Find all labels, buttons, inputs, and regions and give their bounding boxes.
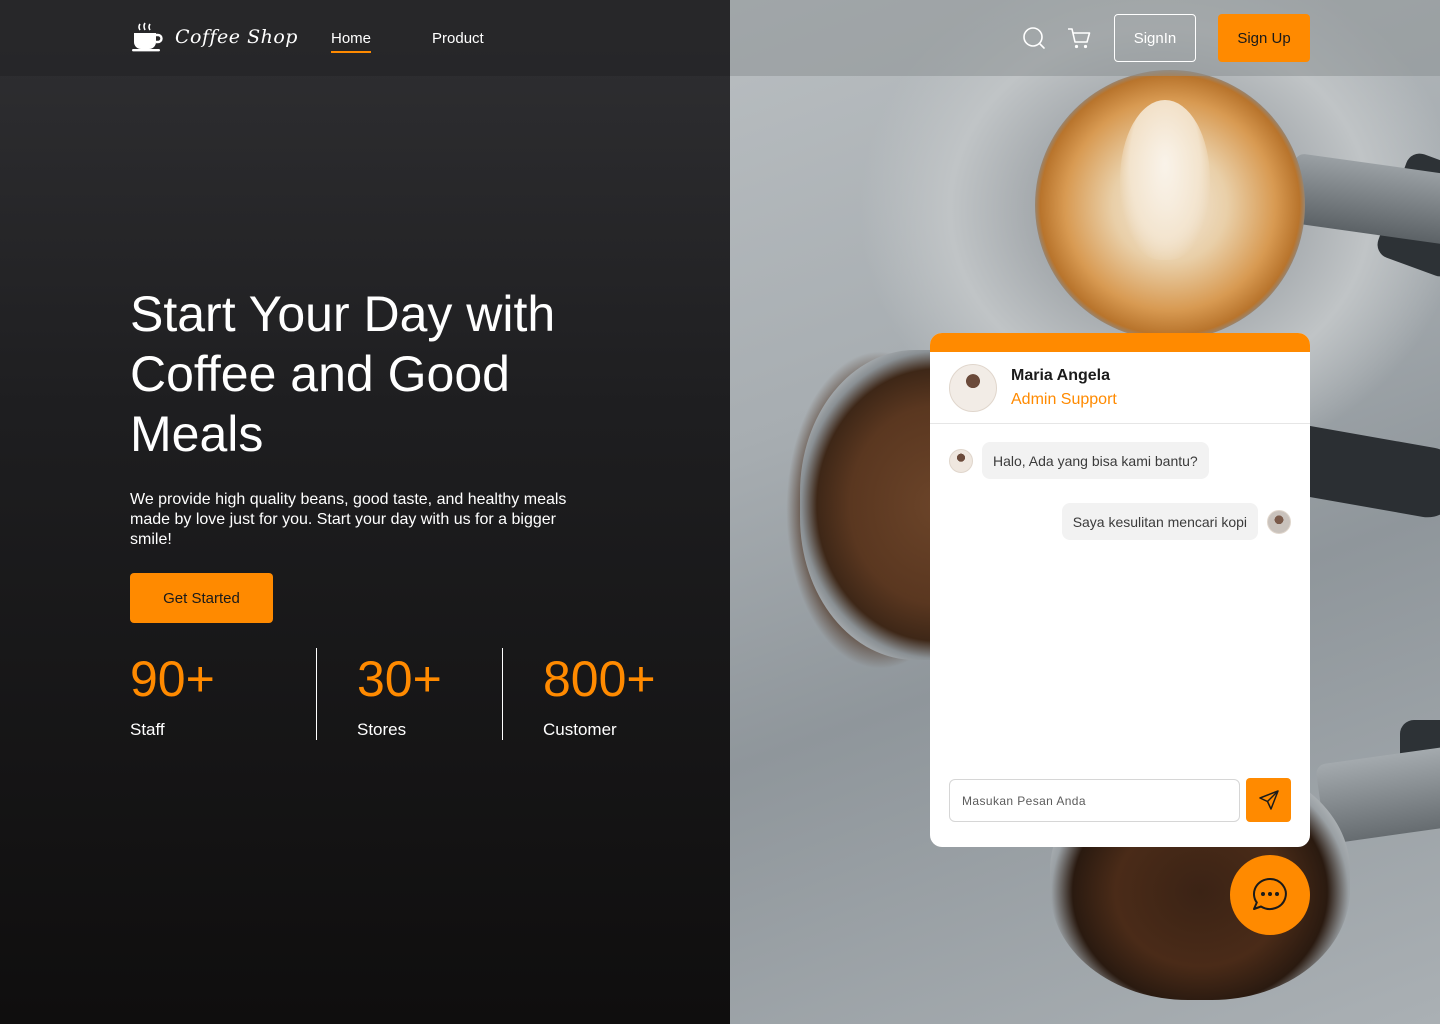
- stat-staff: 90+ Staff: [130, 648, 316, 740]
- stats-row: 90+ Staff 30+ Stores 800+ Customer: [130, 648, 688, 740]
- stat-label: Stores: [357, 720, 407, 739]
- hero-description: We provide high quality beans, good tast…: [130, 491, 567, 548]
- chat-bubble-icon: [1252, 878, 1287, 910]
- signup-button[interactable]: Sign Up: [1218, 14, 1310, 62]
- agent-avatar: [949, 363, 997, 412]
- chat-header: Maria Angela Admin Support: [930, 352, 1310, 424]
- nav-item-product[interactable]: Product: [432, 30, 484, 51]
- get-started-button[interactable]: Get Started: [130, 573, 273, 623]
- logo-text: Coffee Shop: [175, 26, 298, 48]
- stat-value: 30+: [357, 651, 442, 707]
- signin-button[interactable]: SignIn: [1114, 14, 1196, 62]
- message-bubble: Saya kesulitan mencari kopi: [1061, 503, 1258, 540]
- agent-role: Admin Support: [1011, 390, 1117, 408]
- coffee-cup-icon: [132, 22, 163, 52]
- stat-label: Staff: [130, 720, 165, 739]
- main-nav: Home Product: [331, 30, 484, 53]
- logo[interactable]: Coffee Shop: [131, 22, 298, 52]
- photo-latte-art: [1120, 100, 1210, 260]
- stat-stores: 30+ Stores: [316, 648, 502, 740]
- stat-label: Customer: [543, 720, 617, 739]
- chat-header-accent: [930, 333, 1310, 352]
- message-bubble: Halo, Ada yang bisa kami bantu?: [982, 442, 1209, 479]
- message-outgoing: Saya kesulitan mencari kopi: [1061, 503, 1291, 540]
- stat-customer: 800+ Customer: [502, 648, 688, 740]
- chat-toggle-button[interactable]: [1230, 855, 1310, 935]
- cart-icon[interactable]: [1066, 25, 1092, 51]
- message-input[interactable]: [949, 779, 1240, 822]
- chat-widget: Maria Angela Admin Support Halo, Ada yan…: [930, 333, 1310, 847]
- agent-name: Maria Angela: [1011, 366, 1110, 384]
- search-icon[interactable]: [1022, 26, 1046, 50]
- agent-info: Maria Angela Admin Support: [1011, 367, 1117, 409]
- message-incoming: Halo, Ada yang bisa kami bantu?: [949, 442, 1209, 479]
- send-icon: [1258, 790, 1279, 810]
- send-button[interactable]: [1246, 778, 1291, 822]
- stat-value: 90+: [130, 651, 215, 707]
- hero-title: Start Your Day with Coffee and Good Meal…: [130, 286, 556, 462]
- nav-item-home[interactable]: Home: [331, 30, 372, 53]
- agent-avatar-small: [949, 448, 973, 473]
- top-navbar: Coffee Shop Home Product SignIn Sign Up: [0, 0, 1440, 76]
- user-avatar-small: [1267, 509, 1291, 534]
- stat-value: 800+: [543, 651, 656, 707]
